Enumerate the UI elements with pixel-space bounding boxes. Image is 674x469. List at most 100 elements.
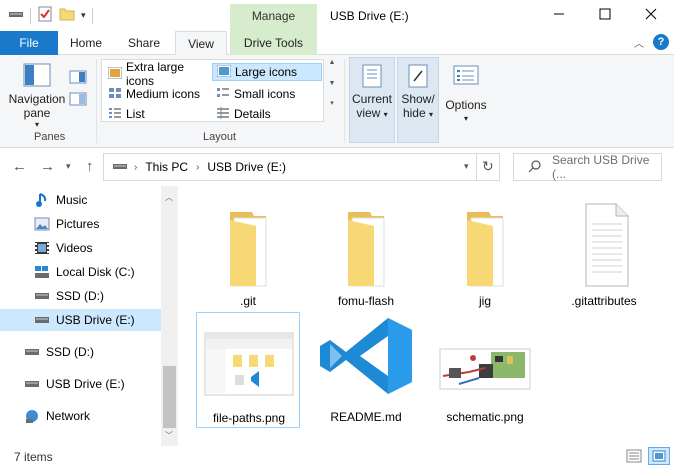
recent-locations-icon[interactable]: ▾ xyxy=(66,161,71,172)
file-item-fomu-flash[interactable]: fomu-flash xyxy=(314,196,418,312)
videos-icon xyxy=(34,240,50,256)
layout-medium-label: Medium icons xyxy=(126,87,201,101)
layout-large-icons[interactable]: Large icons xyxy=(212,63,322,81)
address-bar[interactable]: › This PC › USB Drive (E:) ▾ ↻ xyxy=(103,153,500,181)
details-pane-icon[interactable] xyxy=(69,92,87,109)
layout-details[interactable]: Details xyxy=(212,105,322,123)
manage-context-label: Manage xyxy=(251,9,296,23)
divider xyxy=(30,7,31,24)
sidebar-item-network[interactable]: Network xyxy=(0,405,161,427)
file-item-jig[interactable]: jig xyxy=(433,196,537,312)
layout-gallery-scroll[interactable]: ▲ ▼ ▾ xyxy=(326,59,338,122)
layout-small-icons[interactable]: Small icons xyxy=(212,85,322,103)
tab-share[interactable]: Share xyxy=(120,31,168,55)
sidebar-item-label: Pictures xyxy=(56,217,100,231)
dropdown-arrow-icon: ▾ xyxy=(463,114,468,123)
new-folder-icon[interactable] xyxy=(59,6,75,25)
sidebar-item-music[interactable]: Music xyxy=(0,189,161,211)
tab-view[interactable]: View xyxy=(175,31,227,56)
show-hide-label-2-text: hide xyxy=(402,106,426,120)
file-name: .gitattributes xyxy=(571,294,637,308)
file-name: schematic.png xyxy=(446,410,524,424)
file-item-gitattributes[interactable]: .gitattributes xyxy=(552,196,656,312)
collapse-ribbon-icon[interactable]: ︿ xyxy=(634,35,644,50)
scroll-up-icon[interactable]: ▲ xyxy=(329,59,336,66)
close-button[interactable] xyxy=(628,0,674,31)
layout-list[interactable]: List xyxy=(104,105,212,123)
minimize-button[interactable] xyxy=(536,0,582,31)
sidebar-item-ssd-d-root[interactable]: SSD (D:) xyxy=(0,341,161,363)
options-icon xyxy=(452,63,480,92)
sidebar-item-local-disk-c[interactable]: Local Disk (C:) xyxy=(0,261,161,283)
search-icon xyxy=(528,159,542,176)
maximize-icon xyxy=(599,8,611,23)
back-icon[interactable]: ← xyxy=(12,158,27,175)
local-disk-icon xyxy=(34,264,50,280)
customize-toolbar-icon[interactable]: ▾ xyxy=(81,10,86,21)
navigation-pane: Music Pictures Videos Local Disk (C:) SS… xyxy=(0,186,178,446)
small-icons-icon xyxy=(216,87,230,102)
file-name: .git xyxy=(239,294,256,308)
scrollbar-thumb[interactable] xyxy=(163,366,176,428)
dropdown-arrow-icon: ▾ xyxy=(34,120,39,129)
sidebar-item-videos[interactable]: Videos xyxy=(0,237,161,259)
minimize-icon xyxy=(553,8,565,23)
sidebar-item-pictures[interactable]: Pictures xyxy=(0,213,161,235)
help-icon[interactable]: ? xyxy=(653,34,669,50)
address-history-icon[interactable]: ▾ xyxy=(464,161,469,172)
sidebar-item-label: SSD (D:) xyxy=(46,345,94,359)
layout-medium-icons[interactable]: Medium icons xyxy=(104,85,212,103)
file-item-schematic-png[interactable]: schematic.png xyxy=(433,312,537,428)
file-item-git[interactable]: .git xyxy=(196,196,300,312)
search-box[interactable]: Search USB Drive (... xyxy=(513,153,662,181)
layout-list-label: List xyxy=(126,107,145,121)
layout-extra-large-label: Extra large icons xyxy=(126,60,185,88)
sidebar-item-ssd-d[interactable]: SSD (D:) xyxy=(0,285,161,307)
tab-home[interactable]: Home xyxy=(62,31,110,55)
options-button[interactable]: Options ▾ xyxy=(441,63,491,126)
file-name: file-paths.png xyxy=(212,411,286,425)
ribbon: Navigation pane ▾ Panes Extra large icon… xyxy=(0,55,674,148)
show-hide-label-2: hide ▾ xyxy=(403,106,433,122)
divider xyxy=(96,59,97,143)
up-icon[interactable]: ↑ xyxy=(86,158,94,175)
sidebar-item-label: USB Drive (E:) xyxy=(46,377,125,391)
current-view-button[interactable]: Current view ▾ xyxy=(349,63,395,122)
large-icons-view-icon[interactable] xyxy=(648,447,670,465)
sidebar-item-usb-drive-e[interactable]: USB Drive (E:) xyxy=(0,309,161,331)
maximize-button[interactable] xyxy=(582,0,628,31)
folder-icon xyxy=(314,202,418,288)
navigation-pane-button[interactable]: Navigation pane ▾ xyxy=(6,63,68,132)
scroll-up-icon[interactable]: ︿ xyxy=(165,192,173,203)
sidebar-item-usb-drive-e-root[interactable]: USB Drive (E:) xyxy=(0,373,161,395)
forward-icon[interactable]: → xyxy=(40,158,55,175)
navigation-pane-label-1: Navigation xyxy=(8,92,66,106)
navigation-pane-icon xyxy=(23,63,51,92)
sidebar-item-label: Local Disk (C:) xyxy=(56,265,135,279)
layout-extra-large-icons[interactable]: Extra large icons xyxy=(104,60,212,88)
navigation-pane-scrollbar[interactable]: ︿ ﹀ xyxy=(161,186,178,446)
breadcrumb-separator-icon[interactable]: › xyxy=(196,162,199,173)
tab-drive-tools[interactable]: Drive Tools xyxy=(230,31,317,55)
file-item-readme-md[interactable]: README.md xyxy=(314,312,418,428)
scroll-down-icon[interactable]: ﹀ xyxy=(165,430,173,441)
dropdown-arrow-icon: ▾ xyxy=(383,110,388,119)
file-item-file-paths-png[interactable]: file-paths.png xyxy=(196,312,300,428)
details-view-icon[interactable] xyxy=(626,449,642,466)
file-name: jig xyxy=(478,294,491,308)
close-icon xyxy=(645,8,657,23)
dropdown-arrow-icon: ▾ xyxy=(429,110,434,119)
sidebar-item-label: USB Drive (E:) xyxy=(56,313,135,327)
breadcrumb-separator-icon[interactable]: › xyxy=(134,162,137,173)
tab-file[interactable]: File xyxy=(0,31,58,55)
properties-icon[interactable] xyxy=(37,6,53,25)
drive-icon xyxy=(34,288,50,304)
expand-gallery-icon[interactable]: ▾ xyxy=(330,99,334,107)
sidebar-item-label: Videos xyxy=(56,241,93,255)
scroll-down-icon[interactable]: ▼ xyxy=(329,80,336,87)
refresh-icon[interactable]: ↻ xyxy=(482,158,494,175)
breadcrumb-this-pc[interactable]: This PC xyxy=(145,160,188,174)
show-hide-button[interactable]: Show/ hide ▾ xyxy=(397,63,439,122)
breadcrumb-usb-drive[interactable]: USB Drive (E:) xyxy=(207,160,286,174)
preview-pane-icon[interactable] xyxy=(69,70,87,87)
